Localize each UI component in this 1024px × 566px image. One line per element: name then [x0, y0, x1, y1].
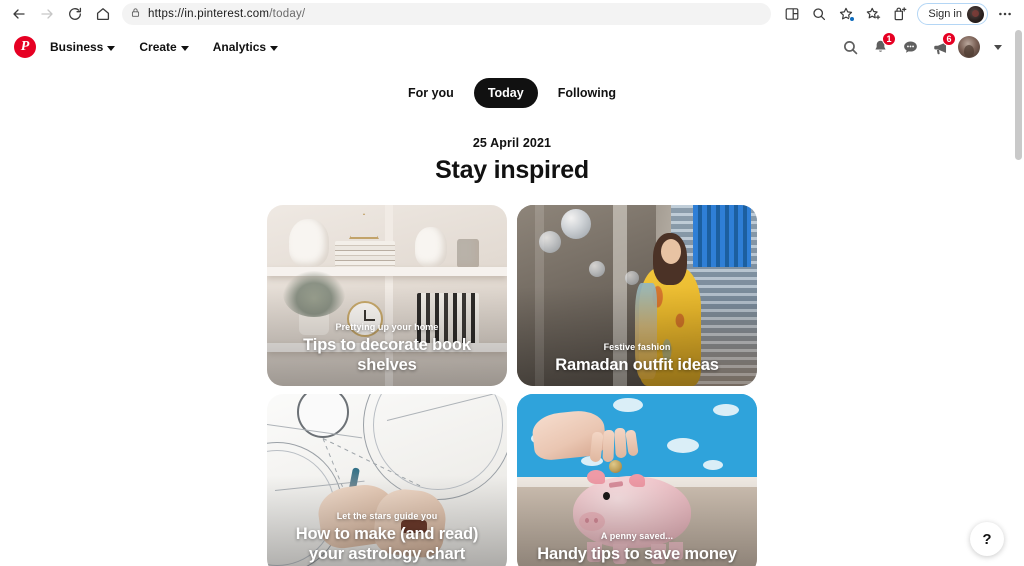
- sign-in-button[interactable]: Sign in: [917, 3, 988, 25]
- updates-megaphone-icon[interactable]: 6: [928, 32, 956, 59]
- card-eyebrow: Festive fashion: [603, 342, 671, 353]
- browser-toolbar: https://in.pinterest.com/today/ Sign in: [0, 0, 1024, 28]
- notifications-badge: 1: [882, 32, 896, 46]
- card-title: Ramadan outfit ideas: [555, 356, 719, 375]
- feed-date: 25 April 2021: [472, 136, 552, 150]
- page-scrollbar[interactable]: [1012, 28, 1024, 566]
- browser-toolbar-actions: Sign in: [779, 2, 1018, 26]
- card-eyebrow: Prettying up your home: [335, 321, 439, 332]
- lock-icon: [130, 5, 141, 23]
- card-title: How to make (and read) your astrology ch…: [295, 524, 479, 564]
- collections-icon[interactable]: [860, 2, 886, 26]
- nav-item-business-label: Business: [50, 40, 104, 54]
- chevron-down-icon: [270, 45, 279, 51]
- pinterest-header-actions: 1 6: [838, 32, 1010, 59]
- pinterest-header: P Business Create Analytics 1 6: [0, 28, 1024, 66]
- search-icon[interactable]: [838, 35, 862, 59]
- profile-avatar[interactable]: [967, 5, 984, 23]
- avatar[interactable]: [958, 36, 980, 58]
- card-text: Let the stars guide you How to make (and…: [267, 511, 507, 565]
- notifications-bell-icon[interactable]: 1: [868, 32, 896, 59]
- split-screen-icon[interactable]: [779, 2, 805, 26]
- nav-item-business[interactable]: Business: [40, 35, 125, 59]
- chevron-down-icon: [107, 45, 116, 51]
- updates-badge: 6: [942, 32, 956, 46]
- browser-essentials-icon[interactable]: [887, 2, 913, 26]
- url-text: https://in.pinterest.com/today/: [148, 8, 305, 20]
- tab-following[interactable]: Following: [544, 78, 630, 108]
- card-text: Prettying up your home Tips to decorate …: [267, 322, 507, 376]
- card-text: Festive fashion Ramadan outfit ideas: [517, 342, 757, 376]
- today-card[interactable]: A penny saved... Handy tips to save mone…: [517, 394, 757, 566]
- account-menu-chevron-down-icon[interactable]: [986, 35, 1010, 59]
- card-eyebrow: A penny saved...: [600, 531, 674, 542]
- card-title: Handy tips to save money: [537, 545, 737, 564]
- tab-for-you[interactable]: For you: [394, 78, 468, 108]
- today-card-grid: Prettying up your home Tips to decorate …: [267, 205, 757, 566]
- feed-tabs: For you Today Following: [0, 66, 1024, 108]
- refresh-button[interactable]: [62, 2, 88, 26]
- sign-in-label: Sign in: [928, 8, 962, 20]
- url-domain: https://in.pinterest.com: [148, 8, 270, 20]
- page-title: Stay inspired: [435, 156, 589, 184]
- favorites-status-dot: [849, 16, 856, 22]
- page-viewport: P Business Create Analytics 1 6 For you …: [0, 28, 1024, 566]
- help-button[interactable]: ?: [970, 522, 1004, 556]
- today-card[interactable]: Festive fashion Ramadan outfit ideas: [517, 205, 757, 386]
- favorites-icon[interactable]: [833, 2, 859, 26]
- today-card[interactable]: Let the stars guide you How to make (and…: [267, 394, 507, 566]
- feed-header: 25 April 2021 Stay inspired: [0, 108, 1024, 185]
- home-button[interactable]: [90, 2, 116, 26]
- scrollbar-thumb[interactable]: [1015, 30, 1022, 160]
- card-text: A penny saved... Handy tips to save mone…: [517, 531, 757, 565]
- nav-item-create-label: Create: [139, 40, 177, 54]
- messages-icon[interactable]: [898, 35, 922, 59]
- settings-and-more-icon[interactable]: [992, 2, 1018, 26]
- find-on-page-icon[interactable]: [806, 2, 832, 26]
- pinterest-logo-icon[interactable]: P: [14, 36, 36, 58]
- back-button[interactable]: [6, 2, 32, 26]
- tab-today[interactable]: Today: [473, 78, 538, 108]
- forward-button[interactable]: [34, 2, 60, 26]
- card-eyebrow: Let the stars guide you: [336, 510, 438, 521]
- nav-item-analytics-label: Analytics: [212, 40, 267, 54]
- nav-item-create[interactable]: Create: [129, 35, 198, 59]
- card-title: Tips to decorate book shelves: [303, 335, 471, 375]
- url-path: /today/: [269, 8, 306, 20]
- today-card[interactable]: Prettying up your home Tips to decorate …: [267, 205, 507, 386]
- nav-item-analytics[interactable]: Analytics: [203, 35, 288, 59]
- chevron-down-icon: [180, 45, 189, 51]
- address-bar[interactable]: https://in.pinterest.com/today/: [122, 3, 772, 25]
